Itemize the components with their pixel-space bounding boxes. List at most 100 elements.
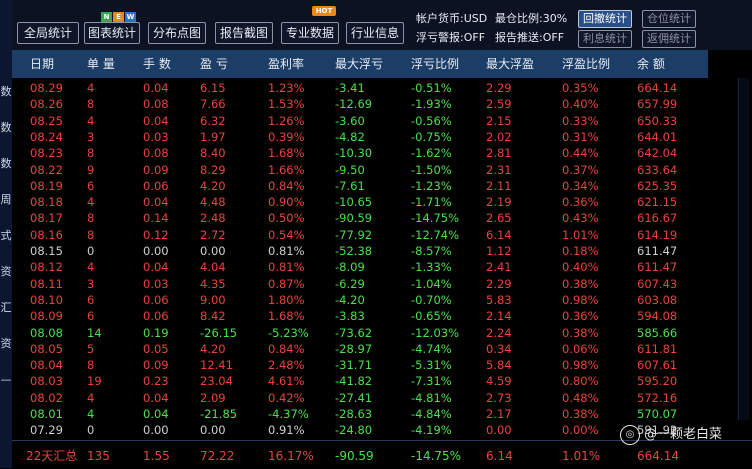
summary-floating-loss-ratio: -14.75% xyxy=(411,449,462,463)
cell-profit: 23.04 xyxy=(200,374,233,389)
cell-balance: 603.08 xyxy=(637,292,678,307)
pro-data-button[interactable]: 专业数据 xyxy=(281,22,339,44)
cell-lots: 0.08 xyxy=(143,146,169,161)
drawdown-stats-button[interactable]: 回撤统计 xyxy=(578,10,632,28)
cell-profit: 0.00 xyxy=(200,423,226,438)
cell-date: 07.29 xyxy=(30,423,63,438)
table-row[interactable]: 08.26 8 0.08 7.66 1.53% -12.69 -1.93% 2.59 0.40%… xyxy=(12,96,708,112)
cell-profit: 4.20 xyxy=(200,341,226,356)
interest-stats-button[interactable]: 利息统计 xyxy=(578,30,632,48)
position-stats-button[interactable]: 仓位统计 xyxy=(642,10,696,28)
table-row[interactable]: 08.18 4 0.04 4.48 0.90% -10.65 -1.71% 2.19 0.36%… xyxy=(12,194,708,210)
table-row[interactable]: 08.12 4 0.04 4.04 0.81% -8.09 -1.33% 2.41 0.40% 6… xyxy=(12,259,708,275)
table-row[interactable]: 08.04 8 0.09 12.41 2.48% -31.71 -5.31% 5.84 0.98… xyxy=(12,357,708,373)
report-screenshot-button[interactable]: 报告截图 xyxy=(215,22,273,44)
cell-profit-rate: 0.84% xyxy=(268,178,305,193)
cell-order-count: 6 xyxy=(87,178,95,193)
column-header-date[interactable]: 日期 xyxy=(30,50,54,78)
cell-order-count: 4 xyxy=(87,113,95,128)
cell-profit-rate: 0.54% xyxy=(268,227,305,242)
cell-profit: 8.29 xyxy=(200,162,226,177)
cell-floating-loss-ratio: -1.93% xyxy=(411,97,452,112)
cell-balance: 644.01 xyxy=(637,129,678,144)
table-row[interactable]: 08.16 8 0.12 2.72 0.54% -77.92 -12.74% 6.14 1.01… xyxy=(12,227,708,243)
table-row[interactable]: 08.08 14 0.19 -26.15 -5.23% -73.62 -12.03% 2.24… xyxy=(12,325,708,341)
cell-floating-profit-ratio: 0.38% xyxy=(562,325,599,340)
column-header-profit[interactable]: 盈 亏 xyxy=(200,50,228,78)
table-row[interactable]: 07.29 0 0.00 0.00 0.91% -24.80 -4.19% 0.00 0.00%… xyxy=(12,422,708,438)
cell-balance: 633.64 xyxy=(637,162,678,177)
cell-max-floating-loss: -8.09 xyxy=(335,260,365,275)
cell-max-floating-loss: -7.61 xyxy=(335,178,365,193)
cell-date: 08.18 xyxy=(30,195,63,210)
column-header-floating-profit-ratio[interactable]: 浮盈比例 xyxy=(562,50,610,78)
cell-profit-rate: 0.39% xyxy=(268,129,305,144)
table-row[interactable]: 08.22 9 0.09 8.29 1.66% -9.50 -1.50% 2.31 0.37% 6… xyxy=(12,162,708,178)
cell-balance: 594.08 xyxy=(637,309,678,324)
cell-lots: 0.19 xyxy=(143,325,169,340)
cell-lots: 0.09 xyxy=(143,162,169,177)
column-header-profit-rate[interactable]: 盈利率 xyxy=(268,50,304,78)
column-header-floating-loss-ratio[interactable]: 浮亏比例 xyxy=(411,50,459,78)
cell-lots: 0.14 xyxy=(143,211,169,226)
scrollbar[interactable] xyxy=(738,78,749,420)
cell-balance: 611.47 xyxy=(637,244,678,258)
column-header-order-count[interactable]: 单 量 xyxy=(87,50,115,78)
summary-floating-profit-ratio: 1.01% xyxy=(562,449,601,463)
cell-max-floating-profit: 2.59 xyxy=(486,97,512,112)
column-header-max-floating-profit[interactable]: 最大浮盈 xyxy=(486,50,534,78)
table-row[interactable]: 08.29 4 0.04 6.15 1.23% -3.41 -0.51% 2.29 0.35% 6… xyxy=(12,80,708,96)
cell-lots: 0.03 xyxy=(143,129,169,144)
table-row[interactable]: 08.17 8 0.14 2.48 0.50% -90.59 -14.75% 2.65 0.43… xyxy=(12,210,708,226)
cell-lots: 0.06 xyxy=(143,309,169,324)
industry-info-button[interactable]: 行业信息 xyxy=(346,22,404,44)
cell-floating-profit-ratio: 0.31% xyxy=(562,129,599,144)
cell-max-floating-profit: 5.84 xyxy=(486,358,512,373)
cell-max-floating-loss: -73.62 xyxy=(335,325,373,340)
cell-order-count: 4 xyxy=(87,390,95,405)
cell-balance: 650.33 xyxy=(637,113,678,128)
chart-stats-button[interactable]: 图表统计 xyxy=(84,22,140,44)
cell-max-floating-loss: -24.80 xyxy=(335,423,373,438)
cell-profit-rate: 0.84% xyxy=(268,341,305,356)
column-header-balance[interactable]: 余 额 xyxy=(637,50,665,78)
table-row[interactable]: 08.19 6 0.06 4.20 0.84% -7.61 -1.23% 2.11 0.34% 6… xyxy=(12,178,708,194)
distribution-chart-button[interactable]: 分布点图 xyxy=(148,22,206,44)
cell-order-count: 3 xyxy=(87,276,95,291)
cell-max-floating-profit: 2.31 xyxy=(486,162,512,177)
cell-order-count: 8 xyxy=(87,211,95,226)
cell-balance: 611.47 xyxy=(637,260,678,275)
table-row[interactable]: 08.01 4 0.04 -21.85 -4.37% -28.63 -4.84% 2.17 0.… xyxy=(12,406,708,422)
table-row[interactable]: 08.25 4 0.04 6.32 1.26% -3.60 -0.56% 2.15 0.33% 6… xyxy=(12,113,708,129)
summary-max-floating-loss: -90.59 xyxy=(335,449,374,463)
table-row[interactable]: 08.24 3 0.03 1.97 0.39% -4.82 -0.75% 2.02 0.31% 6… xyxy=(12,129,708,145)
cell-lots: 0.00 xyxy=(143,423,169,438)
cell-max-floating-loss: -28.97 xyxy=(335,341,373,356)
table-row[interactable]: 08.02 4 0.04 2.09 0.42% -27.41 -4.81% 2.73 0.48%… xyxy=(12,390,708,406)
table-row[interactable]: 08.03 19 0.23 23.04 4.61% -41.82 -7.31% 4.59 0.8… xyxy=(12,373,708,389)
column-header-lots[interactable]: 手 数 xyxy=(143,50,171,78)
table-row[interactable]: 08.05 5 0.05 4.20 0.84% -28.97 -4.74% 0.34 0.06%… xyxy=(12,341,708,357)
summary-profit-rate: 16.17% xyxy=(268,449,314,463)
cell-floating-loss-ratio: -4.84% xyxy=(411,407,452,421)
cell-floating-profit-ratio: 0.35% xyxy=(562,81,599,95)
cell-max-floating-profit: 0.00 xyxy=(486,423,512,438)
rebate-stats-button[interactable]: 返佣统计 xyxy=(642,30,696,48)
table-row[interactable]: 08.15 0 0.00 0.00 0.81% -52.38 -8.57% 1.12 0.18%… xyxy=(12,243,708,259)
table-row[interactable]: 08.09 6 0.06 8.42 1.68% -3.83 -0.65% 2.14 0.36% 5… xyxy=(12,308,708,324)
cell-max-floating-profit: 0.34 xyxy=(486,341,512,356)
table-row[interactable]: 08.10 6 0.06 9.00 1.80% -4.20 -0.70% 5.83 0.98% 6… xyxy=(12,292,708,308)
cell-balance: 585.66 xyxy=(637,325,678,340)
global-stats-button[interactable]: 全局统计 xyxy=(17,22,79,44)
cell-max-floating-loss: -9.50 xyxy=(335,162,365,177)
cell-max-floating-profit: 6.14 xyxy=(486,227,512,242)
cell-profit: 0.00 xyxy=(200,244,226,258)
column-header-max-floating-loss[interactable]: 最大浮亏 xyxy=(335,50,383,78)
cell-floating-profit-ratio: 0.43% xyxy=(562,211,599,226)
cell-floating-profit-ratio: 0.98% xyxy=(562,292,599,307)
table-row[interactable]: 08.23 8 0.08 8.40 1.68% -10.30 -1.62% 2.81 0.44%… xyxy=(12,145,708,161)
cell-profit-rate: 0.90% xyxy=(268,195,305,210)
cell-profit-rate: 4.61% xyxy=(268,374,305,389)
side-label: 资 xyxy=(0,337,12,350)
table-row[interactable]: 08.11 3 0.03 4.35 0.87% -6.29 -1.04% 2.29 0.38% 6… xyxy=(12,276,708,292)
